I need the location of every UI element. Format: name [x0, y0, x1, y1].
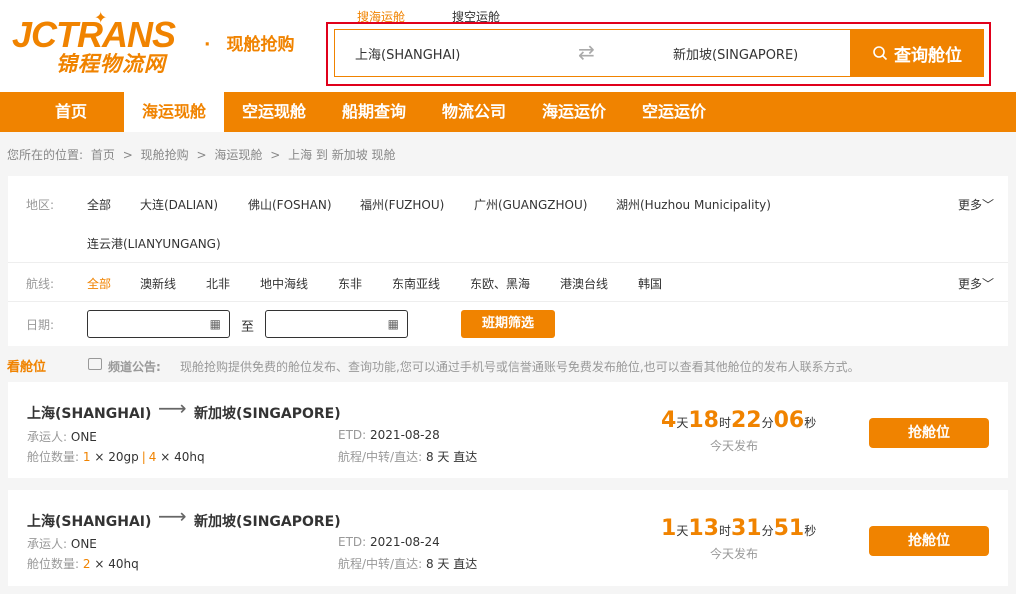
nav-air-space[interactable]: 空运现舱	[224, 92, 324, 132]
route-option[interactable]: 东欧、黑海	[470, 275, 530, 292]
listing-card: 上海(SHANGHAI) ⟶ 新加坡(SINGAPORE) 承运人: ONE 舱…	[8, 382, 1008, 478]
carrier-row: 承运人: ONE	[27, 537, 97, 551]
region-more-button[interactable]: 更多﹀	[958, 196, 994, 213]
etd-value: 2021-08-24	[370, 535, 440, 549]
breadcrumb-sep: >	[196, 148, 207, 162]
section-title: 看舱位	[7, 360, 47, 375]
etd-value: 2021-08-28	[370, 428, 440, 442]
grab-space-button[interactable]: 抢舱位	[869, 418, 989, 448]
region-option[interactable]: 福州(FUZHOU)	[360, 196, 444, 213]
region-option[interactable]: 全部	[87, 196, 111, 213]
breadcrumb-home[interactable]: 首页	[91, 148, 115, 162]
route-option[interactable]: 东南亚线	[392, 275, 440, 292]
schedule-filter-button[interactable]: 班期筛选	[461, 310, 555, 338]
region-label: 地区:	[26, 198, 55, 212]
published-date: 今天发布	[710, 439, 759, 453]
region-option[interactable]: 广州(GUANGZHOU)	[474, 196, 587, 213]
route-option[interactable]: 北非	[206, 275, 230, 292]
destination-port: 新加坡(SINGAPORE)	[194, 406, 341, 422]
route-option[interactable]: 地中海线	[260, 275, 308, 292]
site-logo[interactable]: JCTRANS ✦ 锦程物流网	[12, 8, 188, 76]
transit-row: 航程/中转/直达: 8 天 直达	[338, 450, 478, 464]
transit-value: 8 天 直达	[425, 450, 478, 464]
search-box: 上海(SHANGHAI) ⇄ 新加坡(SINGAPORE) 查询舱位	[334, 29, 984, 77]
breadcrumb-sep: >	[122, 148, 133, 162]
announcement-icon	[88, 358, 102, 370]
published-date: 今天发布	[710, 547, 759, 561]
route-option[interactable]: 韩国	[638, 275, 662, 292]
region-option[interactable]: 湖州(Huzhou Municipality)	[616, 196, 771, 213]
calendar-icon: ▦	[209, 317, 221, 331]
grab-space-button[interactable]: 抢舱位	[869, 526, 989, 556]
route-label: 航线:	[26, 277, 55, 291]
transit-row: 航程/中转/直达: 8 天 直达	[338, 557, 478, 571]
region-option[interactable]: 大连(DALIAN)	[140, 196, 218, 213]
route-arrow-icon: ⟶	[158, 396, 187, 420]
carrier-value: ONE	[70, 537, 97, 551]
carrier-row: 承运人: ONE	[27, 430, 97, 444]
countdown-timer: 4天18时22分06秒	[661, 408, 817, 433]
destination-input[interactable]: 新加坡(SINGAPORE)	[673, 44, 798, 63]
route-arrow-icon: ⟶	[158, 504, 187, 528]
nav-home[interactable]: 首页	[20, 92, 122, 132]
breadcrumb-prefix: 您所在的位置:	[7, 148, 84, 162]
main-nav: 首页 海运现舱 空运现舱 船期查询 物流公司 海运运价 空运运价	[0, 92, 1016, 132]
date-label: 日期:	[26, 318, 55, 332]
listing-card: 上海(SHANGHAI) ⟶ 新加坡(SINGAPORE) 承运人: ONE 舱…	[8, 490, 1008, 586]
nav-sea-space[interactable]: 海运现舱	[124, 92, 224, 132]
notice-text: 现舱抢购提供免费的舱位发布、查询功能,您可以通过手机号或信誉通账号免费发布舱位,…	[180, 360, 860, 374]
page-slogan: · 现舱抢购	[204, 35, 295, 55]
destination-port: 新加坡(SINGAPORE)	[194, 514, 341, 530]
carrier-value: ONE	[70, 430, 97, 444]
nav-schedule[interactable]: 船期查询	[324, 92, 424, 132]
notice-label: 频道公告:	[108, 360, 161, 374]
nav-sea-rates[interactable]: 海运运价	[524, 92, 624, 132]
origin-input[interactable]: 上海(SHANGHAI)	[355, 44, 460, 63]
date-to-input[interactable]: ▦	[265, 310, 408, 338]
date-from-input[interactable]: ▦	[87, 310, 230, 338]
search-button-label: 查询舱位	[894, 45, 962, 66]
site-header: JCTRANS ✦ 锦程物流网 · 现舱抢购 搜海运舱 搜空运舱 上海(SHANG…	[0, 0, 1016, 92]
search-icon	[873, 46, 888, 61]
etd-row: ETD: 2021-08-24	[338, 535, 440, 549]
logo-text-cn: 锦程物流网	[56, 52, 166, 76]
route-more-button[interactable]: 更多﹀	[958, 275, 994, 292]
route-option[interactable]: 港澳台线	[560, 275, 608, 292]
origin-port: 上海(SHANGHAI)	[27, 514, 152, 530]
quantity-row: 舱位数量: 2 × 40hq	[27, 557, 139, 571]
breadcrumb: 您所在的位置: 首页 > 现舱抢购 > 海运现舱 > 上海 到 新加坡 现舱	[7, 146, 400, 163]
logo-star-icon: ✦	[94, 8, 108, 27]
region-option[interactable]: 佛山(FOSHAN)	[248, 196, 332, 213]
origin-port: 上海(SHANGHAI)	[27, 406, 152, 422]
chevron-down-icon: ﹀	[982, 198, 995, 212]
countdown-timer: 1天13时31分51秒	[661, 516, 817, 541]
nav-air-rates[interactable]: 空运运价	[624, 92, 724, 132]
breadcrumb-grab[interactable]: 现舱抢购	[141, 148, 189, 162]
divider	[8, 301, 1008, 302]
breadcrumb-sea-space[interactable]: 海运现舱	[214, 148, 262, 162]
filter-panel: 地区: 全部 大连(DALIAN) 佛山(FOSHAN) 福州(FUZHOU) …	[8, 176, 1008, 346]
route-option[interactable]: 全部	[87, 275, 111, 292]
breadcrumb-current: 上海 到 新加坡 现舱	[288, 148, 396, 162]
search-button[interactable]: 查询舱位	[850, 29, 984, 77]
divider	[8, 262, 1008, 263]
notice-bar: 看舱位 频道公告: 现舱抢购提供免费的舱位发布、查询功能,您可以通过手机号或信誉…	[0, 352, 1016, 376]
route-option[interactable]: 东非	[338, 275, 362, 292]
quantity-row: 舱位数量: 1 × 20gp | 4 × 40hq	[27, 450, 205, 464]
region-option[interactable]: 连云港(LIANYUNGANG)	[87, 235, 221, 252]
breadcrumb-sep: >	[270, 148, 281, 162]
calendar-icon: ▦	[387, 317, 399, 331]
route-option[interactable]: 澳新线	[140, 275, 176, 292]
chevron-down-icon: ﹀	[982, 277, 995, 291]
date-range-separator: 至	[241, 320, 255, 335]
transit-value: 8 天 直达	[425, 557, 478, 571]
swap-arrows-icon[interactable]: ⇄	[578, 40, 595, 64]
nav-logistics-companies[interactable]: 物流公司	[424, 92, 524, 132]
etd-row: ETD: 2021-08-28	[338, 428, 440, 442]
